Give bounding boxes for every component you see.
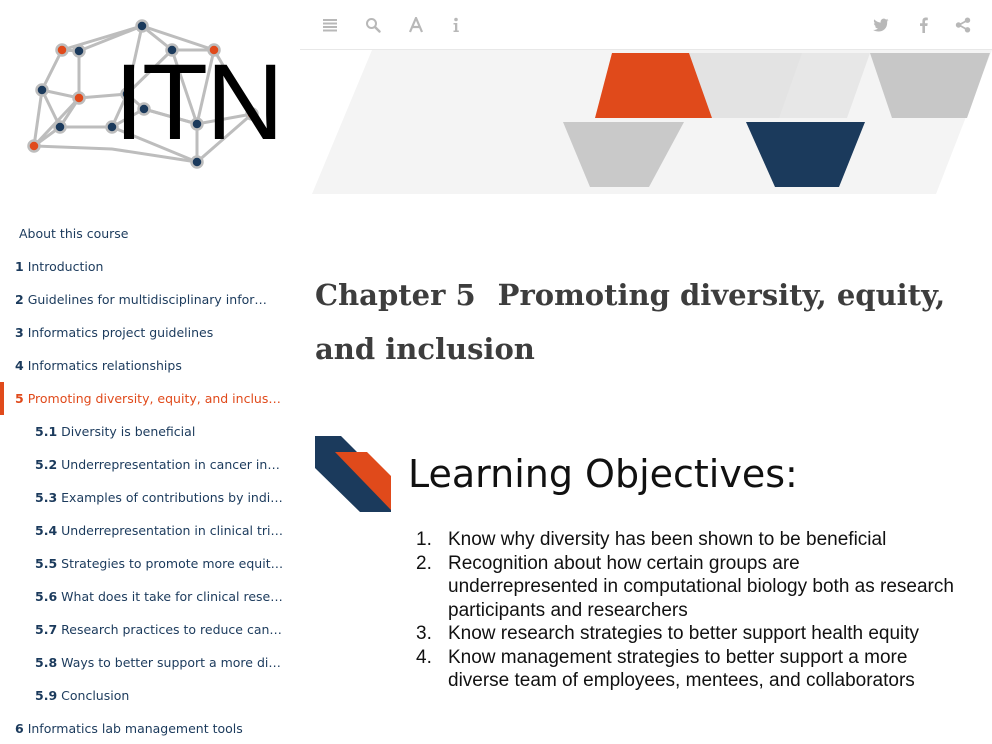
toc-item-5-2[interactable]: 5.2 Underrepresentation in cancer inf… [0,448,300,481]
toc-label: Underrepresentation in clinical tri… [61,523,283,538]
item-number: 4. [416,646,432,668]
toc-item-5-8[interactable]: 5.8 Ways to better support a more di… [0,646,300,679]
learning-objectives-heading: Learning Objectives: [408,452,798,496]
list-item: 1. Know why diversity has been shown to b… [414,528,954,552]
toc-number: 5.9 [35,688,58,703]
toc-label: Introduction [27,259,104,274]
sidebar: ITN About this course 1 Introduction 2 Gui… [0,0,300,744]
toc-number: 5.3 [35,490,58,505]
toc-item-chapter-4[interactable]: 4 Informatics relationships [0,349,300,382]
toc-number: 5.4 [35,523,58,538]
toc-label: Strategies to promote more equit… [61,556,284,571]
chapter-title: Chapter 5 Promoting diversity, equity, an… [315,268,955,376]
list-item: 2. Recognition about how certain groups a… [414,552,954,623]
toc-label: Underrepresentation in cancer inf… [61,457,284,472]
toc-item-about[interactable]: About this course [0,217,300,250]
toc-label: Conclusion [61,688,130,703]
toc-number: 1 [15,259,24,274]
toc-number: 5.6 [35,589,58,604]
item-text: Know why diversity has been shown to be … [448,529,887,550]
logo-text: ITN [114,41,284,162]
toc-label: Guidelines for multidisciplinary infor… [27,292,267,307]
facebook-icon[interactable] [913,15,933,35]
toc-item-chapter-2[interactable]: 2 Guidelines for multidisciplinary infor… [0,283,300,316]
learning-objectives-chevron-icon [315,436,391,512]
item-number: 3. [416,623,432,644]
toc-item-5-1[interactable]: 5.1 Diversity is beneficial [0,415,300,448]
toc-label: Research practices to reduce canc… [61,622,284,637]
toc-number: 5.7 [35,622,58,637]
font-icon[interactable] [406,15,426,35]
search-icon[interactable] [363,15,383,35]
info-icon[interactable] [446,15,466,35]
toc-label: Promoting diversity, equity, and inclus… [27,391,281,406]
toc-item-chapter-3[interactable]: 3 Informatics project guidelines [0,316,300,349]
toc-item-5-6[interactable]: 5.6 What does it take for clinical rese… [0,580,300,613]
toc-item-chapter-6[interactable]: 6 Informatics lab management tools [0,712,300,744]
item-text: Recognition about how certain groups are… [448,552,954,621]
toc-label: Informatics project guidelines [27,325,214,340]
toc-item-chapter-1[interactable]: 1 Introduction [0,250,300,283]
chapter-number: Chapter 5 [315,278,476,312]
toc-item-5-5[interactable]: 5.5 Strategies to promote more equit… [0,547,300,580]
toc-item-5-9[interactable]: 5.9 Conclusion [0,679,300,712]
twitter-icon[interactable] [871,15,891,35]
list-item: 3. Know research strategies to better sup… [414,622,954,646]
chapter-banner-image [312,50,992,196]
toc-item-5-4[interactable]: 5.4 Underrepresentation in clinical tri… [0,514,300,547]
menu-icon[interactable] [320,15,340,35]
share-icon[interactable] [953,15,973,35]
toc-number: 4 [15,358,24,373]
toc-label: Examples of contributions by indi… [61,490,283,505]
toc-number: 5.1 [35,424,58,439]
learning-objectives-list: 1. Know why diversity has been shown to b… [414,528,954,693]
toc-number: 5.2 [35,457,58,472]
toc-number: 5.5 [35,556,58,571]
toc-label: Informatics lab management tools [27,721,243,736]
toc-number: 5 [15,391,24,406]
book-toolbar [300,0,992,50]
toc-number: 3 [15,325,24,340]
item-number: 2. [416,552,432,574]
toc-label: What does it take for clinical rese… [61,589,283,604]
toc-label: Ways to better support a more di… [61,655,281,670]
toc-number: 5.8 [35,655,58,670]
toc-item-5-3[interactable]: 5.3 Examples of contributions by indi… [0,481,300,514]
toc-label: About this course [19,226,129,241]
toc-item-chapter-5-active[interactable]: 5 Promoting diversity, equity, and inclus… [0,382,300,415]
toc-item-5-7[interactable]: 5.7 Research practices to reduce canc… [0,613,300,646]
item-number: 1. [416,529,432,550]
toc-number: 6 [15,721,24,736]
itn-logo[interactable]: ITN [22,14,284,174]
item-text: Know research strategies to better suppo… [448,623,920,644]
table-of-contents: About this course 1 Introduction 2 Guideli… [0,217,300,744]
toc-label: Diversity is beneficial [61,424,196,439]
toc-number: 2 [15,292,24,307]
list-item: 4. Know management strategies to better s… [414,646,954,693]
item-text: Know management strategies to better sup… [448,646,915,692]
toc-label: Informatics relationships [27,358,182,373]
